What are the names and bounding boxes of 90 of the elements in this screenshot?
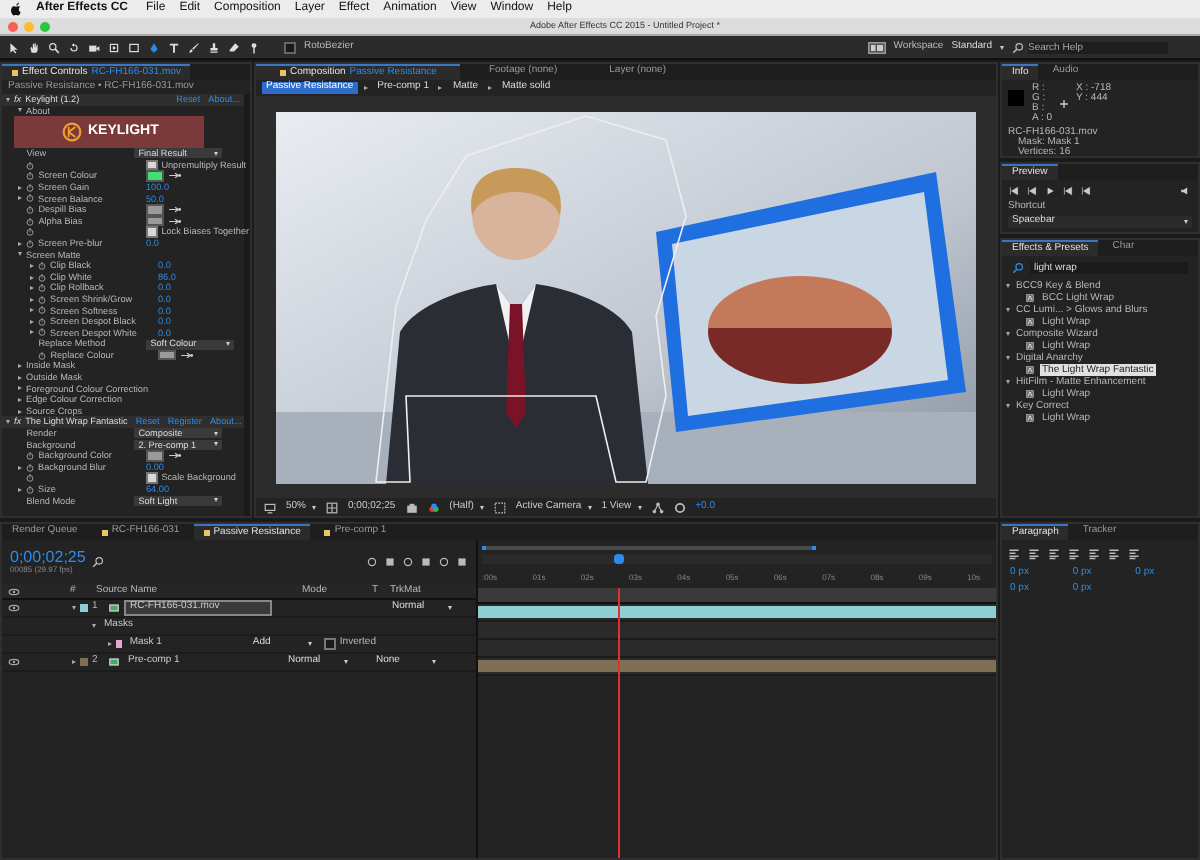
- playback-icon[interactable]: [1008, 186, 1020, 196]
- checkbox[interactable]: [324, 638, 336, 650]
- pan-icon[interactable]: [108, 41, 120, 53]
- playback-icon[interactable]: [1026, 186, 1038, 196]
- stopwatch-icon[interactable]: [26, 194, 34, 203]
- grid-icon[interactable]: [326, 501, 339, 513]
- stopwatch-icon[interactable]: [38, 261, 46, 270]
- speaker-icon[interactable]: [1180, 186, 1192, 196]
- node-icon[interactable]: [651, 501, 664, 513]
- eyedropper-icon[interactable]: [168, 206, 183, 214]
- zoom-icon[interactable]: [48, 41, 60, 53]
- checkbox[interactable]: [146, 159, 158, 171]
- stopwatch-icon[interactable]: [26, 474, 35, 483]
- pin-icon[interactable]: [248, 41, 260, 53]
- label-color[interactable]: [80, 658, 88, 666]
- footage-icon: [108, 602, 120, 614]
- stopwatch-icon[interactable]: [26, 228, 35, 237]
- effect-icon: [1026, 318, 1034, 326]
- stopwatch-icon[interactable]: [26, 485, 34, 494]
- rotobezier-checkbox[interactable]: [284, 41, 296, 53]
- stopwatch-icon[interactable]: [26, 172, 35, 181]
- stopwatch-icon[interactable]: [38, 295, 46, 304]
- checkbox[interactable]: [146, 472, 158, 484]
- playback-icon[interactable]: [1080, 186, 1092, 196]
- stopwatch-icon[interactable]: [38, 351, 47, 360]
- rectangle-icon[interactable]: [128, 41, 140, 53]
- align-icon[interactable]: [1088, 548, 1100, 560]
- hand-icon[interactable]: [28, 41, 40, 53]
- effect-icon: [1026, 414, 1034, 422]
- align-icon[interactable]: [1128, 548, 1140, 560]
- eye-icon[interactable]: [8, 656, 20, 668]
- eraser-icon[interactable]: [228, 41, 240, 53]
- stopwatch-icon[interactable]: [38, 273, 46, 282]
- caret-icon[interactable]: [1000, 45, 1004, 49]
- stopwatch-icon[interactable]: [26, 452, 35, 461]
- eyedropper-icon[interactable]: [168, 452, 183, 460]
- effect-icon: [1026, 366, 1034, 374]
- search-icon[interactable]: [91, 556, 104, 568]
- footage-icon: [108, 656, 120, 668]
- brush-icon[interactable]: [188, 41, 200, 53]
- eyedropper-icon[interactable]: [180, 351, 195, 359]
- label-color[interactable]: [116, 640, 122, 648]
- region-icon[interactable]: [493, 501, 506, 513]
- eyedropper-icon[interactable]: [168, 172, 183, 180]
- rotate-icon[interactable]: [68, 41, 80, 53]
- playback-icon[interactable]: [1062, 186, 1074, 196]
- workspace-icon[interactable]: [867, 41, 886, 53]
- search-icon: [1012, 41, 1024, 53]
- monitor-icon[interactable]: [264, 501, 276, 513]
- stopwatch-icon[interactable]: [38, 317, 46, 326]
- stamp-icon[interactable]: [208, 41, 220, 53]
- text-tool-icon[interactable]: [168, 41, 180, 53]
- align-icon[interactable]: [1048, 548, 1060, 560]
- eye-icon: [8, 585, 20, 597]
- camera-icon[interactable]: [88, 41, 100, 53]
- checkbox[interactable]: [146, 226, 158, 238]
- align-icon[interactable]: [1008, 548, 1020, 560]
- stopwatch-icon[interactable]: [38, 328, 46, 337]
- label-color[interactable]: [80, 604, 88, 612]
- align-icon[interactable]: [1028, 548, 1040, 560]
- current-time[interactable]: 0;00;02;25: [10, 548, 86, 567]
- align-icon[interactable]: [1068, 548, 1080, 560]
- apple-icon[interactable]: [10, 2, 22, 16]
- stopwatch-icon[interactable]: [26, 463, 34, 472]
- effect-icon: [1026, 342, 1034, 350]
- stopwatch-icon[interactable]: [26, 183, 34, 192]
- exposure-icon[interactable]: [673, 501, 686, 513]
- eye-icon[interactable]: [8, 602, 20, 614]
- playback-icon[interactable]: [1044, 186, 1056, 196]
- color-swatch[interactable]: [146, 204, 165, 216]
- stopwatch-icon[interactable]: [38, 306, 46, 315]
- color-sample: [1008, 90, 1024, 106]
- color-swatch[interactable]: [146, 450, 165, 462]
- stopwatch-icon[interactable]: [26, 205, 35, 214]
- stopwatch-icon[interactable]: [38, 284, 46, 293]
- eyedropper-icon[interactable]: [168, 217, 183, 225]
- stopwatch-icon[interactable]: [26, 161, 35, 170]
- color-swatch[interactable]: [146, 170, 165, 182]
- selection-arrow-icon[interactable]: [8, 41, 20, 53]
- effect-icon: [1026, 294, 1034, 302]
- effect-icon: [1026, 390, 1034, 398]
- snapshot-icon[interactable]: [405, 501, 418, 513]
- playhead[interactable]: [614, 554, 625, 564]
- pen-icon[interactable]: [148, 41, 160, 53]
- stopwatch-icon[interactable]: [26, 239, 34, 248]
- color-swatch[interactable]: [158, 349, 177, 361]
- crosshair-icon: [1060, 100, 1069, 108]
- search-icon: [1012, 262, 1024, 274]
- stopwatch-icon[interactable]: [26, 217, 35, 226]
- align-icon[interactable]: [1108, 548, 1120, 560]
